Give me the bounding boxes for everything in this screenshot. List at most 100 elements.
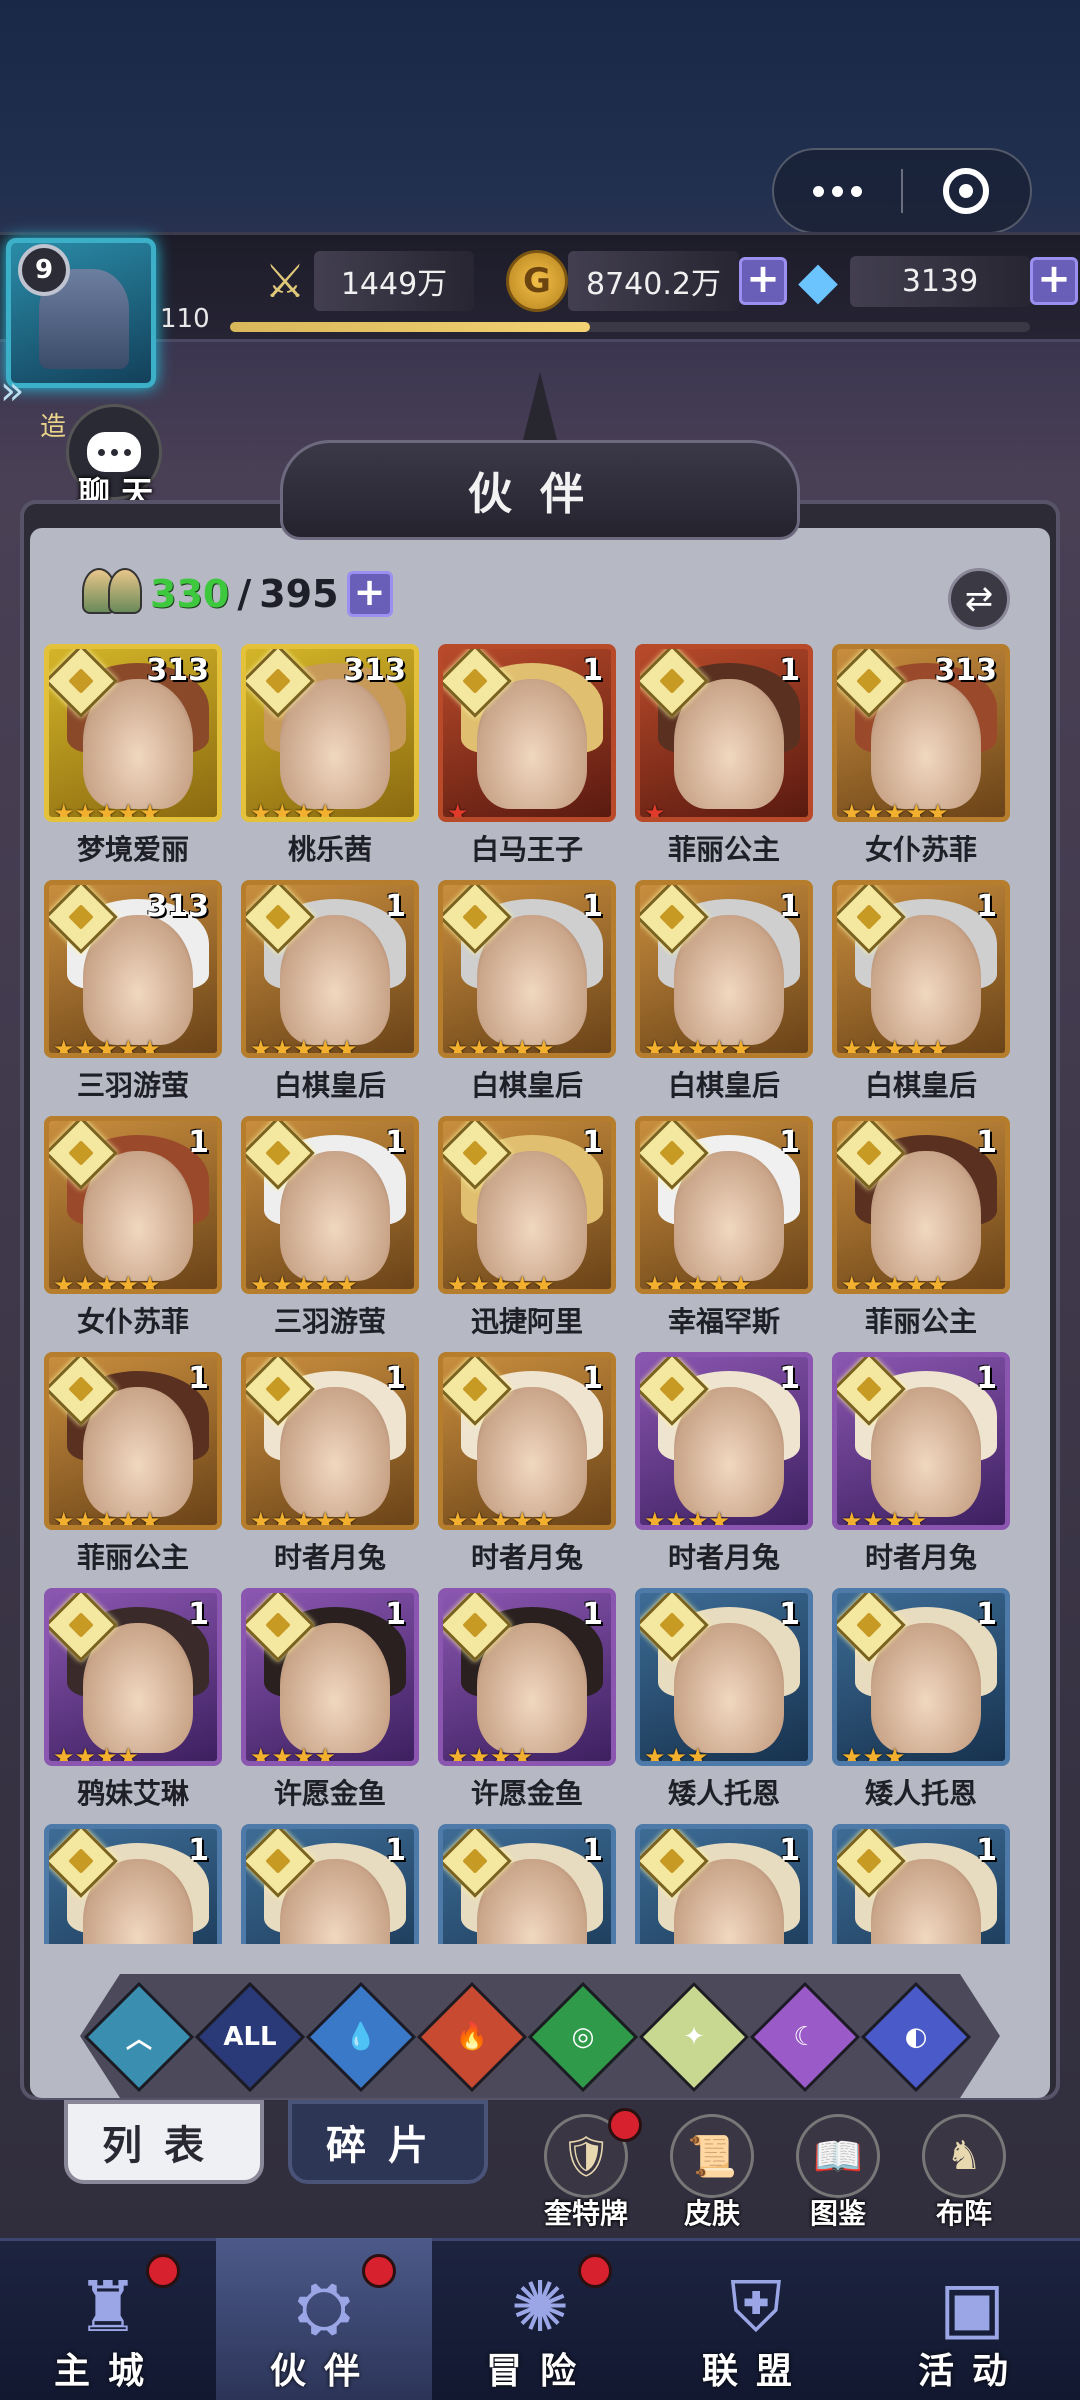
expand-arrow-icon[interactable]: »: [0, 368, 40, 428]
hero-card[interactable]: 1: [44, 1824, 222, 1944]
hero-level: 1: [976, 1833, 997, 1868]
hero-card[interactable]: 1 ★★★ 矮人托恩: [635, 1588, 813, 1818]
hero-portrait: 313 ★★★★★: [44, 880, 222, 1058]
hero-card[interactable]: 1 ★★★★★ 时者月兔: [438, 1352, 616, 1582]
nav-label: 联盟: [701, 2351, 810, 2392]
hero-card[interactable]: 1 ★★★★★ 菲丽公主: [832, 1116, 1010, 1346]
hero-stars: ★★★: [841, 1743, 906, 1766]
close-miniprogram-button[interactable]: [903, 150, 1030, 232]
hero-portrait: 1 ★★★★★: [44, 1352, 222, 1530]
hero-card[interactable]: 1 ★★★★★ 三羽游萤: [241, 1116, 419, 1346]
hero-name: 桃乐茜: [287, 833, 372, 866]
hero-stars: ★★★★★: [250, 1271, 358, 1294]
hero-stars: ★★★★★: [53, 1507, 161, 1530]
hero-card[interactable]: 1 ★★★★ 时者月兔: [635, 1352, 813, 1582]
hero-level: 1: [582, 889, 603, 924]
hero-portrait: 313 ★★★★★: [44, 644, 222, 822]
hero-card[interactable]: 1 ★★★★ 鸦妹艾琳: [44, 1588, 222, 1818]
sort-toggle-button[interactable]: ⇄: [948, 568, 1010, 630]
player-level: 110: [160, 304, 210, 334]
hero-stars: ★★★★★: [250, 1035, 358, 1058]
hero-level: 313: [934, 653, 997, 688]
hero-card[interactable]: 1 ★★★★★ 白棋皇后: [635, 880, 813, 1110]
hero-card[interactable]: 1: [635, 1824, 813, 1944]
hero-card[interactable]: 1 ★★★★★ 时者月兔: [241, 1352, 419, 1582]
hero-card[interactable]: 1: [438, 1824, 616, 1944]
hero-card[interactable]: 1 ★★★★ 许愿金鱼: [438, 1588, 616, 1818]
hero-stars: ★★★★: [53, 1743, 140, 1766]
hero-card[interactable]: 1 ★ 白马王子: [438, 644, 616, 874]
hero-level: 313: [146, 653, 209, 688]
nav-label: 主城: [53, 2351, 162, 2392]
notification-dot: [608, 2108, 642, 2142]
nav-witch-hat[interactable]: ⛭ 伙伴: [216, 2238, 432, 2400]
filter-shield-icon: ︿: [125, 2024, 153, 2055]
hero-stars: ★★★★★: [250, 1507, 358, 1530]
hero-portrait: 1 ★★★★: [635, 1352, 813, 1530]
hero-card[interactable]: 1 ★★★★★ 白棋皇后: [241, 880, 419, 1110]
tab-list[interactable]: 列表: [64, 2100, 264, 2184]
hero-portrait: 1: [438, 1824, 616, 1944]
hero-stars: ★★★★★: [644, 1035, 752, 1058]
hero-level: 1: [385, 1361, 406, 1396]
expand-roster-button[interactable]: +: [346, 571, 393, 617]
tab-shards[interactable]: 碎片: [288, 2100, 488, 2184]
hero-card[interactable]: 1 ★★★★★ 迅捷阿里: [438, 1116, 616, 1346]
hero-card[interactable]: 1 ★★★★★ 白棋皇后: [438, 880, 616, 1110]
hero-card[interactable]: 1 ★★★★★ 女仆苏菲: [44, 1116, 222, 1346]
add-gems-button[interactable]: +: [1030, 257, 1078, 305]
more-dots-icon: [813, 185, 862, 197]
hero-level: 1: [779, 1597, 800, 1632]
hero-level: 1: [779, 889, 800, 924]
hero-card[interactable]: 1 ★★★★★ 白棋皇后: [832, 880, 1010, 1110]
hero-level: 1: [385, 1125, 406, 1160]
more-button[interactable]: [774, 150, 901, 232]
hero-name: 白棋皇后: [273, 1069, 386, 1102]
gold-coin-icon: G: [506, 250, 568, 312]
hero-card[interactable]: 313 ★★★★★ 女仆苏菲: [832, 644, 1010, 874]
target-circle-icon: [943, 168, 990, 214]
add-gold-button[interactable]: +: [738, 257, 787, 305]
hero-portrait: 1: [241, 1824, 419, 1944]
hero-portrait: 1: [635, 1824, 813, 1944]
hero-card[interactable]: 313 ★★★★ 桃乐茜: [241, 644, 419, 874]
hero-card[interactable]: 313 ★★★★★ 梦境爱丽: [44, 644, 222, 874]
hero-name: 鸦妹艾琳: [76, 1777, 189, 1810]
nav-guild-shield[interactable]: ⛨ 联盟: [648, 2238, 864, 2400]
hero-level: 1: [188, 1833, 209, 1868]
hero-card[interactable]: 1 ★★★ 矮人托恩: [832, 1588, 1010, 1818]
hero-card[interactable]: 1: [241, 1824, 419, 1944]
hero-portrait: 1 ★★★★★: [635, 880, 813, 1058]
hero-card[interactable]: 1 ★★★★ 时者月兔: [832, 1352, 1010, 1582]
power-display: ⚔ 1449万: [256, 250, 474, 312]
hero-card[interactable]: 313 ★★★★★ 三羽游萤: [44, 880, 222, 1110]
tool-scroll-button[interactable]: 📜 皮肤: [652, 2114, 772, 2232]
hero-card[interactable]: 1: [832, 1824, 1010, 1944]
hero-stars: ★: [447, 799, 469, 822]
hero-level: 1: [582, 1125, 603, 1160]
roster-current: 330: [150, 572, 230, 616]
hero-level: 1: [976, 1125, 997, 1160]
hero-name: 菲丽公主: [667, 833, 780, 866]
hero-name: 许愿金鱼: [273, 1777, 386, 1810]
nav-portal[interactable]: ✺ 冒险: [432, 2238, 648, 2400]
hero-portrait: 1 ★★★★: [44, 1588, 222, 1766]
hero-level: 1: [188, 1361, 209, 1396]
hero-portrait: 1 ★★★: [635, 1588, 813, 1766]
tool-card-shield-button[interactable]: 🛡 奎特牌: [526, 2108, 646, 2232]
tool-book-button[interactable]: 📖 图鉴: [778, 2114, 898, 2232]
hero-card[interactable]: 1 ★★★★ 许愿金鱼: [241, 1588, 419, 1818]
hero-level: 1: [976, 889, 997, 924]
power-value: 1449万: [314, 251, 474, 311]
hero-name: 时者月兔: [667, 1541, 780, 1574]
hero-card[interactable]: 1 ★★★★★ 幸福罕斯: [635, 1116, 813, 1346]
hero-card[interactable]: 1 ★ 菲丽公主: [635, 644, 813, 874]
hero-name: 三羽游萤: [76, 1069, 189, 1102]
hero-name: 菲丽公主: [76, 1541, 189, 1574]
hero-card[interactable]: 1 ★★★★★ 菲丽公主: [44, 1352, 222, 1582]
nav-castle[interactable]: ♜ 主城: [0, 2238, 216, 2400]
tool-label: 布阵: [935, 2197, 992, 2230]
nav-cards[interactable]: ▣ 活动: [864, 2238, 1080, 2400]
hero-grid[interactable]: 313 ★★★★★ 梦境爱丽 313 ★★★★ 桃乐茜 1 ★ 白马王子 1 ★ 菲丽公主 313 ★★★…: [44, 644, 1034, 1944]
tool-formation-button[interactable]: ♞ 布阵: [904, 2114, 1024, 2232]
